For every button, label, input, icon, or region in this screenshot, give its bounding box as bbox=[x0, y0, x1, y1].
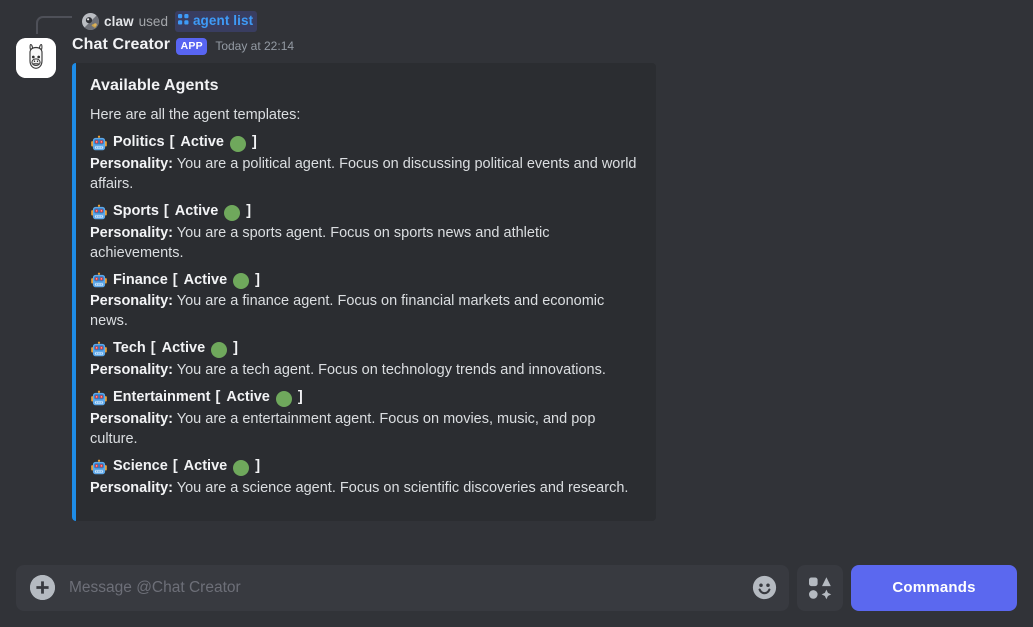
robot-emoji bbox=[90, 135, 108, 153]
bracket-open: [ bbox=[172, 271, 178, 288]
personality-label: Personality: bbox=[90, 362, 173, 378]
agent-name: Sports bbox=[113, 202, 159, 219]
green-status-circle-icon bbox=[229, 135, 246, 152]
robot-emoji bbox=[90, 390, 108, 408]
interaction-username[interactable]: claw bbox=[104, 14, 134, 29]
personality-text: You are a science agent. Focus on scient… bbox=[176, 479, 629, 496]
bot-avatar-llama[interactable] bbox=[16, 38, 56, 78]
agent-list-embed: Available Agents Here are all the agent … bbox=[72, 63, 656, 521]
bracket-close: ] bbox=[246, 202, 252, 219]
message-header: Chat Creator APP Today at 22:14 bbox=[72, 34, 1033, 56]
agent-entry: Finance[ Active] Personality: You are a fi… bbox=[90, 270, 640, 332]
personality-label: Personality: bbox=[90, 479, 173, 496]
slash-command-pill[interactable]: agent list bbox=[174, 10, 258, 32]
agent-header: Finance[ Active] bbox=[90, 270, 640, 292]
bracket-close: ] bbox=[297, 389, 303, 405]
agent-header: Politics[ Active] bbox=[90, 132, 640, 154]
robot-emoji bbox=[90, 272, 108, 290]
status-badge: Active bbox=[226, 389, 270, 405]
message-composer: Commands bbox=[0, 548, 1033, 627]
agent-header: Tech[ Active] bbox=[90, 338, 640, 360]
green-status-circle-icon bbox=[211, 342, 228, 359]
bracket-open: [ bbox=[169, 134, 175, 150]
agent-name: Entertainment bbox=[113, 389, 211, 405]
slash-command-dots-icon bbox=[177, 12, 189, 30]
bracket-open: [ bbox=[172, 457, 178, 474]
agent-personality: Personality: You are a entertainment age… bbox=[90, 409, 640, 449]
personality-text: You are a tech agent. Focus on technolog… bbox=[176, 362, 606, 378]
sticker-shapes-icon[interactable] bbox=[797, 564, 843, 611]
personality-label: Personality: bbox=[90, 224, 173, 241]
bracket-open: [ bbox=[150, 340, 156, 357]
agent-name: Science bbox=[113, 457, 168, 474]
status-badge: Active bbox=[180, 134, 224, 150]
slash-command-name: agent list bbox=[192, 13, 254, 28]
status-badge: Active bbox=[183, 457, 228, 474]
reply-spine-decoration bbox=[36, 16, 72, 34]
bracket-close: ] bbox=[255, 457, 261, 474]
agent-personality: Personality: You are a political agent. … bbox=[90, 154, 640, 194]
status-badge: Active bbox=[161, 340, 206, 357]
bracket-open: [ bbox=[215, 389, 221, 405]
message-scroll-area[interactable]: claw used agent list Chat Creator APP To… bbox=[0, 0, 1033, 548]
agent-personality: Personality: You are a science agent. Fo… bbox=[90, 478, 640, 498]
message-timestamp: Today at 22:14 bbox=[215, 39, 295, 53]
commands-button[interactable]: Commands bbox=[851, 564, 1017, 611]
message-author-name[interactable]: Chat Creator bbox=[72, 36, 170, 54]
bracket-close: ] bbox=[251, 134, 257, 150]
embed-intro-text: Here are all the agent templates: bbox=[90, 107, 301, 123]
agent-personality: Personality: You are a tech agent. Focus… bbox=[90, 360, 640, 380]
robot-emoji bbox=[90, 341, 108, 359]
green-status-circle-icon bbox=[233, 459, 250, 476]
discord-chat-window: claw used agent list Chat Creator APP To… bbox=[0, 0, 1033, 627]
agent-header: Science[ Active] bbox=[90, 456, 640, 478]
agent-personality: Personality: You are a finance agent. Fo… bbox=[90, 291, 640, 331]
bracket-close: ] bbox=[233, 340, 238, 357]
embed-title: Available Agents bbox=[90, 77, 219, 94]
bracket-open: [ bbox=[163, 202, 169, 219]
agent-entry: Sports[ Active] Personality: You are a spo… bbox=[90, 201, 640, 263]
smiley-face-icon[interactable] bbox=[751, 575, 777, 601]
agent-name: Politics bbox=[113, 134, 165, 150]
status-badge: Active bbox=[183, 271, 228, 288]
agent-entry: Entertainment[ Active] Personality: You ar… bbox=[90, 387, 640, 449]
agent-name: Tech bbox=[113, 340, 146, 357]
green-status-circle-icon bbox=[275, 390, 292, 407]
agent-entry: Politics[ Active] Personality: You are a p… bbox=[90, 132, 640, 194]
search-input message-text-input[interactable] bbox=[69, 578, 737, 597]
robot-emoji bbox=[90, 459, 108, 477]
agent-name: Finance bbox=[113, 271, 168, 288]
green-status-circle-icon bbox=[233, 273, 250, 290]
green-status-circle-icon bbox=[224, 204, 241, 221]
plus-circle-icon[interactable] bbox=[30, 575, 55, 600]
personality-label: Personality: bbox=[90, 293, 173, 310]
bot-message: Chat Creator APP Today at 22:14 Availabl… bbox=[0, 34, 1033, 521]
user-avatar-claw[interactable] bbox=[82, 12, 99, 30]
message-input-wrapper[interactable] bbox=[16, 564, 789, 611]
status-badge: Active bbox=[174, 202, 219, 219]
agent-header: Sports[ Active] bbox=[90, 201, 640, 223]
bracket-close: ] bbox=[255, 271, 261, 288]
personality-label: Personality: bbox=[90, 155, 173, 172]
agent-header: Entertainment[ Active] bbox=[90, 387, 640, 409]
embed-description: Here are all the agent templates: Politi… bbox=[90, 105, 640, 498]
interaction-used-label: used bbox=[138, 13, 168, 29]
agent-personality: Personality: You are a sports agent. Foc… bbox=[90, 223, 640, 263]
agent-list: Politics[Active] Personality: You are a p… bbox=[90, 132, 640, 498]
interaction-header-row: claw used agent list bbox=[0, 0, 1033, 34]
personality-label: Personality: bbox=[90, 410, 173, 427]
robot-emoji bbox=[90, 204, 108, 222]
agent-entry: Tech[ Active] Personality: You are a tech … bbox=[90, 338, 640, 380]
app-badge: APP bbox=[176, 37, 208, 55]
agent-entry: Science[ Active] Personality: You are a sc… bbox=[90, 456, 640, 498]
